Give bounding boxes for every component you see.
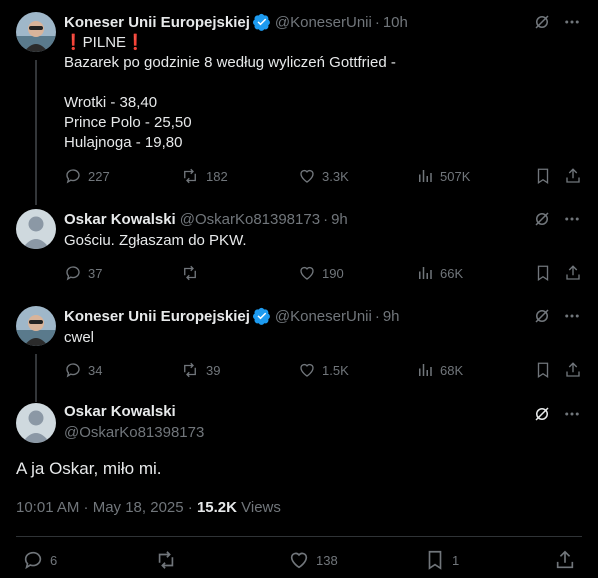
share-button[interactable] <box>564 167 588 185</box>
reply-icon <box>66 266 80 281</box>
separator-dot: · <box>374 13 380 31</box>
views-label: Views <box>236 499 281 516</box>
share-icon <box>566 265 580 280</box>
author-name[interactable]: Koneser Unii Europejskiej <box>64 308 250 325</box>
view-count: 68K <box>440 362 464 378</box>
like-button[interactable]: 190 <box>298 264 344 282</box>
views-icon <box>419 267 432 279</box>
views-icon <box>419 364 432 376</box>
share-icon <box>556 550 574 569</box>
reply-count: 6 <box>50 552 58 568</box>
thread-line <box>35 354 37 402</box>
views-icon <box>419 170 432 182</box>
like-count: 1.5K <box>322 362 349 378</box>
reply-icon <box>24 551 42 570</box>
bookmark-icon <box>537 168 549 185</box>
grok-icon[interactable] <box>532 306 552 326</box>
like-icon <box>300 266 314 280</box>
reply-icon <box>66 363 80 378</box>
share-icon <box>566 168 580 183</box>
like-count: 3.3K <box>322 168 349 184</box>
reply-button[interactable]: 227 <box>64 167 110 185</box>
reply-icon <box>66 169 80 184</box>
reply-button[interactable]: 37 <box>64 264 102 282</box>
bookmark-count: 1 <box>452 552 460 568</box>
avatar[interactable] <box>16 12 56 52</box>
like-icon <box>290 552 308 569</box>
bookmark-icon <box>428 550 442 570</box>
view-count: 15.2K <box>196 499 237 516</box>
tweet-text: A ja Oskar, miło mi. <box>16 459 162 478</box>
repost-button[interactable] <box>180 264 206 282</box>
reply-count: 34 <box>88 362 103 378</box>
reply-button[interactable]: 6 <box>22 549 57 571</box>
views-button[interactable]: 68K <box>416 361 463 379</box>
tweet-text: Gościu. Zgłaszam do PKW. <box>64 232 247 249</box>
like-button[interactable]: 138 <box>288 549 338 571</box>
divider <box>16 536 582 537</box>
views-button[interactable]: 507K <box>416 167 470 185</box>
repost-icon <box>184 168 196 184</box>
tweet-time[interactable]: 9h <box>383 308 400 325</box>
repost-button[interactable]: 182 <box>180 167 228 185</box>
reply-count: 37 <box>88 265 103 281</box>
tweet-time[interactable]: 9h <box>331 211 348 228</box>
reply-button[interactable]: 34 <box>64 361 102 379</box>
repost-count: 182 <box>206 168 228 184</box>
view-count: 507K <box>440 168 471 184</box>
thread-line <box>35 60 37 205</box>
repost-count: 39 <box>206 362 221 378</box>
share-button[interactable] <box>554 549 582 571</box>
view-count: 66K <box>440 265 464 281</box>
author-handle[interactable]: @OskarKo81398173 <box>180 211 320 228</box>
repost-button[interactable]: 39 <box>180 361 220 379</box>
tweet-time[interactable]: 10h <box>383 14 408 31</box>
grok-icon[interactable] <box>532 404 552 424</box>
separator-dot: · <box>374 307 380 325</box>
verified-badge-icon <box>252 307 271 325</box>
author-name[interactable]: Oskar Kowalski <box>64 403 176 420</box>
author-name[interactable]: Oskar Kowalski <box>64 211 176 228</box>
reply-count: 227 <box>88 168 110 184</box>
tweet-text: ❗️PILNE❗️ Bazarek po godzinie 8 według w… <box>64 34 396 151</box>
avatar[interactable] <box>16 209 56 249</box>
repost-icon <box>158 551 174 569</box>
like-button[interactable]: 3.3K <box>298 167 349 185</box>
bookmark-icon <box>537 362 549 379</box>
author-name[interactable]: Koneser Unii Europejskiej <box>64 14 250 31</box>
avatar[interactable] <box>16 403 56 443</box>
author-handle[interactable]: @OskarKo81398173 <box>64 424 204 441</box>
repost-icon <box>184 265 196 281</box>
tweet-meta: 10:01 AM · May 18, 2025 · 15.2K Views <box>16 499 281 516</box>
bookmark-button[interactable] <box>534 361 558 379</box>
like-count: 190 <box>322 265 344 281</box>
bookmark-icon <box>537 265 549 282</box>
like-button[interactable]: 1.5K <box>298 361 349 379</box>
bookmark-button[interactable] <box>534 167 558 185</box>
more-icon[interactable] <box>562 12 582 32</box>
more-icon[interactable] <box>562 306 582 326</box>
like-icon <box>300 169 314 183</box>
author-handle[interactable]: @KoneserUnii <box>275 14 372 31</box>
tweet-text: cwel <box>64 329 95 346</box>
separator-dot: · <box>323 210 329 228</box>
verified-badge-icon <box>252 13 271 31</box>
share-icon <box>566 362 580 377</box>
share-button[interactable] <box>564 361 588 379</box>
repost-icon <box>184 362 196 378</box>
like-icon <box>300 363 314 377</box>
author-handle[interactable]: @KoneserUnii <box>275 308 372 325</box>
like-count: 138 <box>316 552 338 568</box>
repost-button[interactable] <box>154 549 184 571</box>
share-button[interactable] <box>564 264 588 282</box>
views-button[interactable]: 66K <box>416 264 463 282</box>
bookmark-button[interactable]: 1 <box>424 549 459 571</box>
more-icon[interactable] <box>562 209 582 229</box>
more-icon[interactable] <box>562 404 582 424</box>
avatar[interactable] <box>16 306 56 346</box>
grok-icon[interactable] <box>532 209 552 229</box>
tweet-timestamp[interactable]: 10:01 AM · May 18, 2025 · <box>16 499 197 516</box>
bookmark-button[interactable] <box>534 264 558 282</box>
grok-icon[interactable] <box>532 12 552 32</box>
